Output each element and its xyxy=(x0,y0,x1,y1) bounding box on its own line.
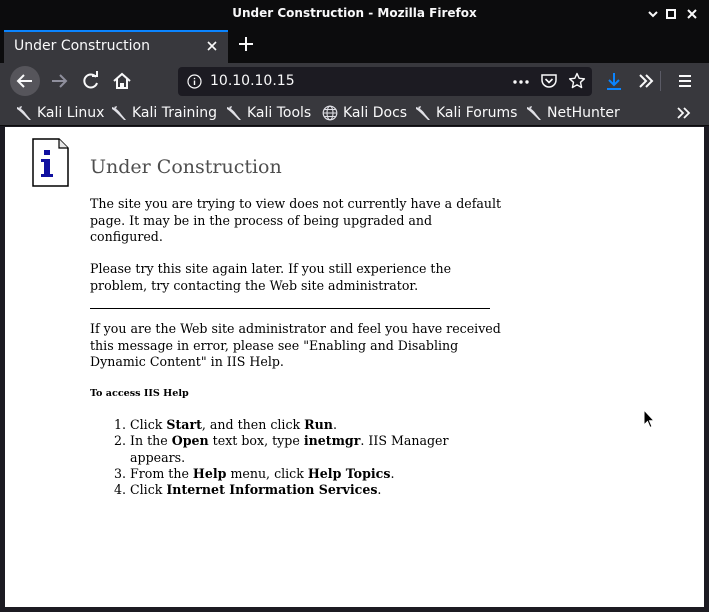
page-actions-icon[interactable] xyxy=(512,73,530,91)
tab-strip: Under Construction xyxy=(0,28,709,63)
list-item: From the Help menu, click Help Topics. xyxy=(130,466,470,482)
bookmark-nethunter[interactable]: NetHunter xyxy=(526,103,620,123)
help-heading: To access IIS Help xyxy=(90,388,189,399)
bookmark-label: Kali Docs xyxy=(343,105,408,121)
forward-arrow-icon[interactable] xyxy=(44,66,74,96)
tab-under-construction[interactable]: Under Construction xyxy=(4,30,228,63)
kali-dragon-icon xyxy=(112,106,126,120)
nav-toolbar: 10.10.10.15 xyxy=(0,63,709,100)
intro-paragraph: The site you are trying to view does not… xyxy=(90,196,502,244)
bookmark-kali-tools[interactable]: Kali Tools xyxy=(226,103,311,123)
close-tab-icon[interactable] xyxy=(204,38,220,54)
globe-icon xyxy=(322,105,338,121)
bookmarks-overflow-icon[interactable] xyxy=(674,103,694,123)
overflow-chevron-icon[interactable] xyxy=(631,66,661,96)
new-tab-icon[interactable] xyxy=(234,32,258,56)
page-title: Under Construction xyxy=(90,156,282,178)
bookmark-label: Kali Training xyxy=(132,105,217,121)
reload-icon[interactable] xyxy=(76,66,106,96)
mouse-pointer-icon xyxy=(643,409,655,429)
back-arrow-icon[interactable] xyxy=(10,66,40,96)
window-title: Under Construction - Mozilla Firefox xyxy=(232,6,477,20)
bookmark-kali-docs[interactable]: Kali Docs xyxy=(322,103,407,123)
bookmark-kali-forums[interactable]: Kali Forums xyxy=(415,103,517,123)
tab-label: Under Construction xyxy=(14,38,150,54)
retry-paragraph: Please try this site again later. If you… xyxy=(90,261,452,293)
list-item: In the Open text box, type inetmgr. IIS … xyxy=(130,433,470,466)
bookmarks-toolbar: Kali Linux Kali Training Kali Tools Kali… xyxy=(0,100,709,126)
kali-dragon-icon xyxy=(416,106,430,120)
bookmark-label: Kali Forums xyxy=(436,105,518,121)
kali-dragon-icon xyxy=(527,106,541,120)
bookmark-star-icon[interactable] xyxy=(568,72,586,90)
bookmark-label: NetHunter xyxy=(547,105,620,121)
pocket-icon[interactable] xyxy=(540,72,558,90)
bookmark-kali-linux[interactable]: Kali Linux xyxy=(16,103,104,123)
page-viewport: Under Construction The site you are tryi… xyxy=(5,127,704,607)
kali-dragon-icon xyxy=(227,106,241,120)
url-text: 10.10.10.15 xyxy=(210,73,295,89)
home-icon[interactable] xyxy=(107,66,137,96)
bookmark-label: Kali Linux xyxy=(37,105,105,121)
horizontal-rule xyxy=(90,308,490,309)
minimize-icon[interactable] xyxy=(644,5,662,23)
info-document-icon xyxy=(32,138,69,187)
toolbar-divider xyxy=(660,71,661,91)
menu-hamburger-icon[interactable] xyxy=(670,66,700,96)
maximize-icon[interactable] xyxy=(662,5,680,23)
bookmark-label: Kali Tools xyxy=(247,105,312,121)
bookmark-kali-training[interactable]: Kali Training xyxy=(111,103,217,123)
title-bar: Under Construction - Mozilla Firefox xyxy=(0,0,709,28)
url-bar[interactable]: 10.10.10.15 xyxy=(178,67,592,96)
list-item: Click Start, and then click Run. xyxy=(130,417,470,433)
kali-dragon-icon xyxy=(17,106,31,120)
download-icon[interactable] xyxy=(599,66,629,96)
site-info-icon[interactable] xyxy=(187,74,202,89)
admin-paragraph: If you are the Web site administrator an… xyxy=(90,321,501,369)
help-steps-list: Click Start, and then click Run. In the … xyxy=(90,417,470,498)
close-window-icon[interactable] xyxy=(683,5,701,23)
list-item: Click Internet Information Services. xyxy=(130,482,470,498)
